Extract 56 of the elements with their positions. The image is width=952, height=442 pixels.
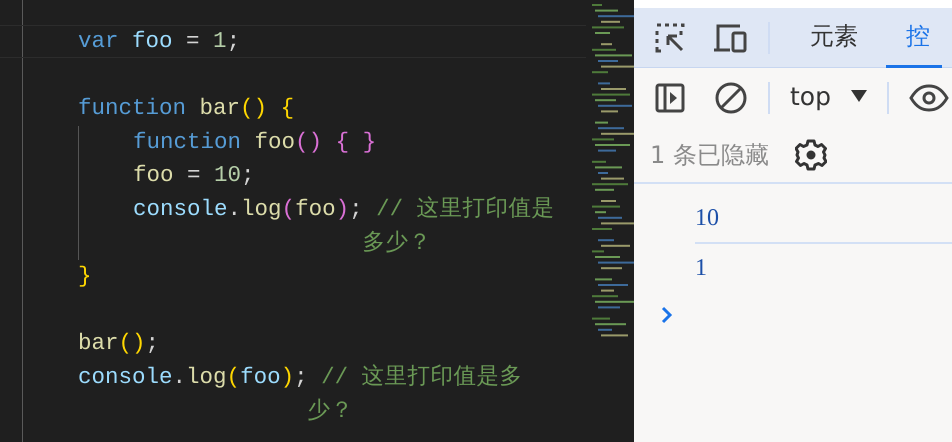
bracket-token: ) — [308, 128, 322, 157]
function-token: foo — [254, 128, 296, 157]
keyword-token: var — [78, 27, 120, 56]
keyword-token: function — [133, 128, 242, 157]
bracket-token: ) — [280, 362, 294, 392]
bracket-token: ) — [336, 194, 350, 224]
variable-token: foo — [132, 27, 173, 56]
function-token: bar — [200, 94, 240, 124]
console-output: 10 — [695, 204, 719, 232]
code-token: = — [185, 27, 201, 56]
code-token: . — [172, 362, 186, 392]
code-token: . — [228, 194, 242, 224]
code-token: ; — [146, 329, 160, 358]
variable-token: console — [78, 362, 173, 392]
clear-icon[interactable] — [714, 81, 748, 115]
caret-icon — [850, 90, 867, 102]
bracket-token: ( — [240, 94, 254, 124]
code-token: ; — [226, 27, 240, 56]
context-dropdown[interactable]: top — [790, 82, 867, 114]
prompt-chevron-icon[interactable] — [661, 306, 673, 324]
inspect-icon[interactable] — [654, 22, 686, 54]
code-token: ; — [241, 161, 255, 190]
bracket-token: { — [334, 128, 350, 157]
bracket-token: ( — [282, 194, 296, 224]
bracket-token: ( — [226, 362, 240, 392]
code-comment: // 这里打印值是多少？ — [308, 362, 524, 426]
bracket-token: ( — [118, 329, 132, 358]
code-editor[interactable]: var foo = 1; function bar() { function foo() { } foo = 10; console.log(foo); // 这里打印值是多少？ } bar(); console.log(foo); // 这里打印值是多少？ — [0, 0, 634, 442]
number-token: 1 — [213, 27, 227, 56]
devtools-tab[interactable]: 元素 — [790, 8, 886, 68]
sidebar-icon[interactable] — [654, 82, 686, 114]
function-token: log — [241, 194, 282, 224]
keyword-token: function — [78, 94, 188, 124]
bracket-token: } — [362, 128, 376, 157]
code-comment: // 这里打印值是多少？ — [362, 194, 556, 258]
bracket-token: { — [280, 94, 294, 124]
devtools-tab[interactable]: 控 — [886, 8, 942, 68]
function-token: foo — [133, 161, 174, 190]
function-token: foo — [295, 194, 336, 224]
device-icon[interactable] — [712, 22, 748, 54]
code-token: = — [186, 161, 202, 190]
variable-token: console — [133, 194, 228, 224]
function-token: bar — [78, 329, 119, 358]
number-token: 10 — [214, 161, 242, 190]
hidden-messages-count: 1 条已隐藏 — [650, 140, 769, 171]
variable-token: foo — [240, 362, 281, 392]
eye-icon[interactable] — [908, 83, 949, 113]
bracket-token: ) — [132, 329, 146, 358]
bracket-token: } — [78, 262, 92, 292]
code-token: ; — [294, 362, 308, 392]
bracket-token: ( — [295, 128, 309, 157]
function-token: log — [186, 362, 227, 392]
console-output: 1 — [695, 254, 707, 282]
settings-icon[interactable] — [794, 139, 827, 171]
code-token: ; — [349, 194, 363, 224]
bracket-token: ) — [254, 94, 268, 124]
